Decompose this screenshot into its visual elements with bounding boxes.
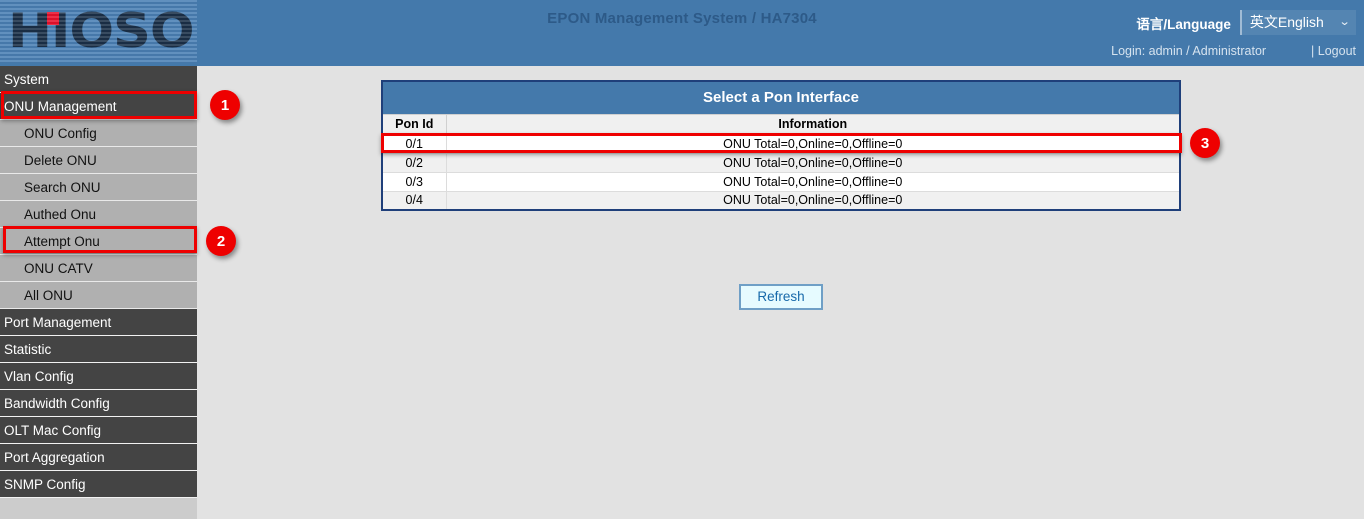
brand-logo-panel: HIOSO — [0, 0, 197, 63]
sidebar-item-label: Attempt Onu — [24, 234, 100, 249]
sidebar-item-vlan-config[interactable]: Vlan Config — [0, 363, 197, 390]
sidebar-item-label: ONU Config — [24, 126, 97, 141]
logout-link[interactable]: | Logout — [1311, 44, 1356, 58]
column-header-information: Information — [446, 114, 1180, 134]
sidebar-item-label: Search ONU — [24, 180, 101, 195]
sidebar-item-port-aggregation[interactable]: Port Aggregation — [0, 444, 197, 471]
body-area: System ONU Management ONU Config Delete ONU… — [0, 66, 1364, 519]
sidebar-item-label: OLT Mac Config — [4, 423, 101, 438]
annotation-badge-1: 1 — [210, 90, 240, 120]
sidebar-item-bandwidth-config[interactable]: Bandwidth Config — [0, 390, 197, 417]
sidebar-item-label: All ONU — [24, 288, 73, 303]
sidebar-nav: System ONU Management ONU Config Delete ONU… — [0, 66, 197, 519]
sidebar-item-label: System — [4, 72, 49, 87]
sidebar-item-all-onu[interactable]: All ONU — [0, 282, 197, 309]
sidebar-item-attempt-onu[interactable]: Attempt Onu — [0, 228, 197, 255]
main-content: Select a Pon Interface Pon Id Informatio… — [197, 66, 1364, 519]
column-header-pon-id: Pon Id — [382, 114, 446, 134]
cell-pon-id: 0/3 — [382, 172, 446, 191]
sidebar-item-label: ONU Management — [4, 99, 117, 114]
refresh-button-container: Refresh — [381, 284, 1181, 310]
cell-information: ONU Total=0,Online=0,Offline=0 — [446, 134, 1180, 153]
cell-pon-id: 0/1 — [382, 134, 446, 153]
brand-logo-accent-icon — [47, 12, 59, 25]
cell-information: ONU Total=0,Online=0,Offline=0 — [446, 153, 1180, 172]
session-info: Login: admin / Administrator | Logout — [1111, 44, 1356, 58]
annotation-badge-3: 3 — [1190, 128, 1220, 158]
pon-interface-table: Select a Pon Interface Pon Id Informatio… — [381, 80, 1181, 211]
sidebar-item-statistic[interactable]: Statistic — [0, 336, 197, 363]
sidebar-item-onu-catv[interactable]: ONU CATV — [0, 255, 197, 282]
language-label: 语言/Language — [1136, 13, 1231, 33]
sidebar-item-label: Authed Onu — [24, 207, 96, 222]
table-caption: Select a Pon Interface — [382, 81, 1180, 114]
table-row[interactable]: 0/1ONU Total=0,Online=0,Offline=0 — [382, 134, 1180, 153]
cell-information: ONU Total=0,Online=0,Offline=0 — [446, 172, 1180, 191]
table-row[interactable]: 0/3ONU Total=0,Online=0,Offline=0 — [382, 172, 1180, 191]
sidebar-item-delete-onu[interactable]: Delete ONU — [0, 147, 197, 174]
brand-logo-text: HIOSO — [8, 4, 193, 59]
sidebar-item-olt-mac-config[interactable]: OLT Mac Config — [0, 417, 197, 444]
pon-table-body: 0/1ONU Total=0,Online=0,Offline=00/2ONU … — [382, 134, 1180, 210]
cell-pon-id: 0/2 — [382, 153, 446, 172]
sidebar-item-onu-config[interactable]: ONU Config — [0, 120, 197, 147]
sidebar-item-label: Vlan Config — [4, 369, 74, 384]
sidebar-item-onu-management[interactable]: ONU Management — [0, 93, 197, 120]
annotation-badge-2: 2 — [206, 226, 236, 256]
sidebar-item-label: Port Aggregation — [4, 450, 105, 465]
table-header-row: Pon Id Information — [382, 114, 1180, 134]
language-selector[interactable]: 语言/Language 英文English ⌄ — [1136, 10, 1356, 35]
language-dropdown[interactable]: 英文English ⌄ — [1240, 10, 1356, 35]
sidebar-item-authed-onu[interactable]: Authed Onu — [0, 201, 197, 228]
sidebar-item-label: Port Management — [4, 315, 111, 330]
chevron-down-icon: ⌄ — [1338, 17, 1350, 28]
sidebar-item-label: Statistic — [4, 342, 51, 357]
sidebar-item-snmp-config[interactable]: SNMP Config — [0, 471, 197, 498]
cell-pon-id: 0/4 — [382, 191, 446, 210]
table-caption-row: Select a Pon Interface — [382, 81, 1180, 114]
table-row[interactable]: 0/2ONU Total=0,Online=0,Offline=0 — [382, 153, 1180, 172]
language-dropdown-value: 英文English — [1250, 12, 1324, 32]
sidebar-item-system[interactable]: System — [0, 66, 197, 93]
sidebar-item-label: SNMP Config — [4, 477, 86, 492]
sidebar-item-label: Bandwidth Config — [4, 396, 110, 411]
app-header: HIOSO EPON Management System / HA7304 语言… — [0, 0, 1364, 66]
refresh-button[interactable]: Refresh — [739, 284, 822, 310]
table-row[interactable]: 0/4ONU Total=0,Online=0,Offline=0 — [382, 191, 1180, 210]
sidebar-item-search-onu[interactable]: Search ONU — [0, 174, 197, 201]
sidebar-item-label: ONU CATV — [24, 261, 93, 276]
sidebar-item-label: Delete ONU — [24, 153, 97, 168]
sidebar-item-port-management[interactable]: Port Management — [0, 309, 197, 336]
login-user-text: Login: admin / Administrator — [1111, 44, 1266, 58]
cell-information: ONU Total=0,Online=0,Offline=0 — [446, 191, 1180, 210]
